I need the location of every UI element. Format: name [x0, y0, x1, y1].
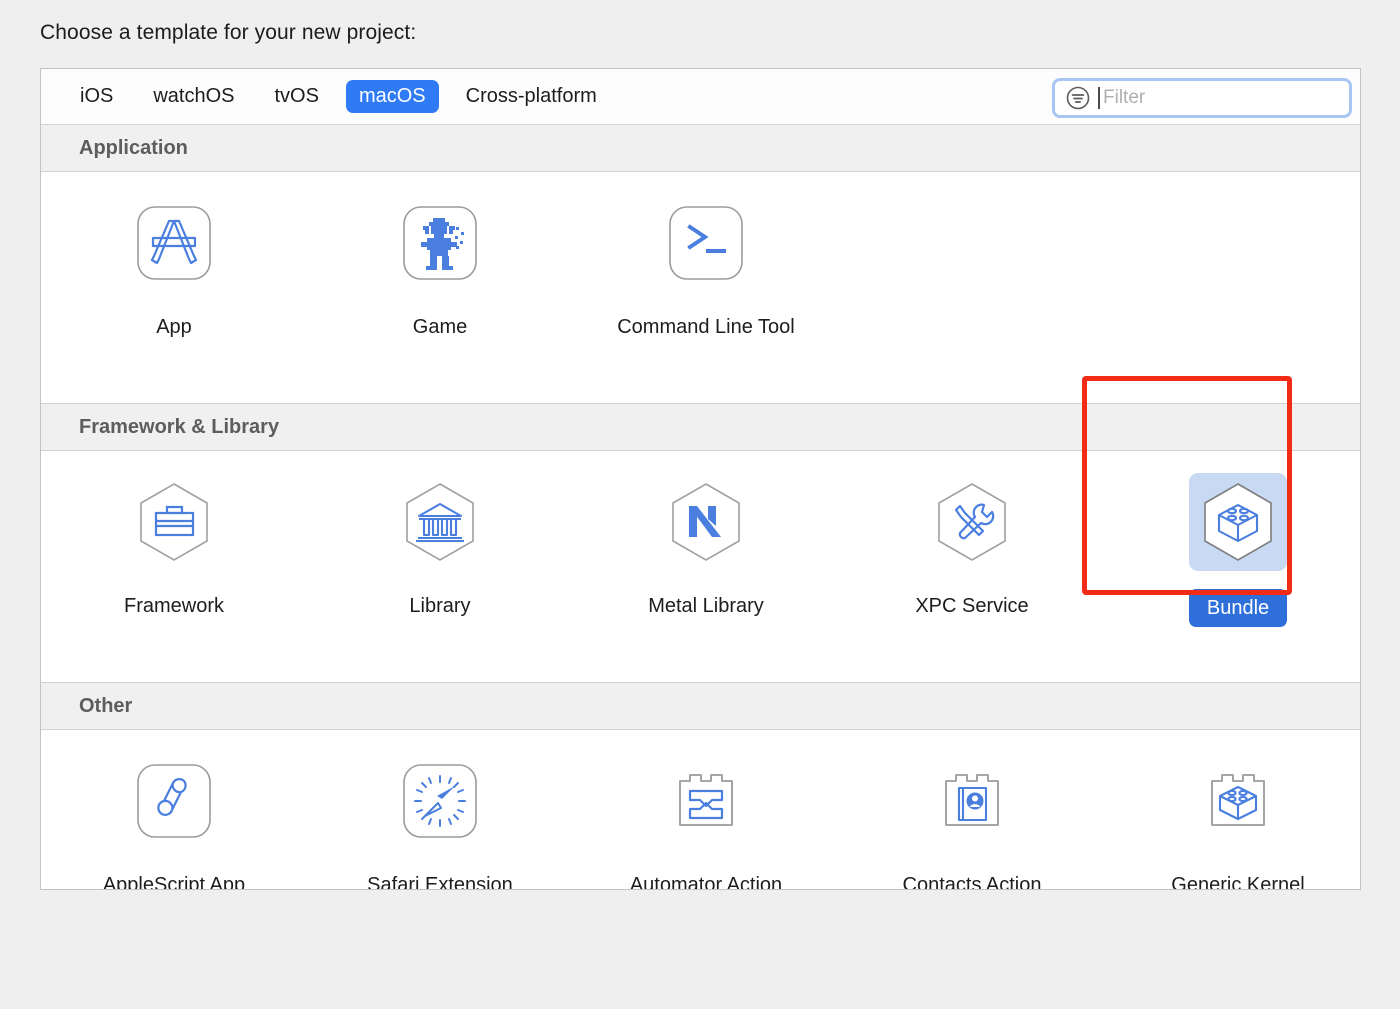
classical-building-hexagon-icon	[406, 483, 474, 561]
template-cell-applescript-app[interactable]: AppleScript App	[41, 752, 307, 890]
wrench-screwdriver-hexagon-icon	[938, 483, 1006, 561]
tile-icon-box	[657, 473, 755, 571]
tab-cross-platform[interactable]: Cross-platform	[453, 80, 610, 113]
metal-m-hexagon-icon	[672, 483, 740, 561]
template-cell-command-line-tool[interactable]: Command Line Tool	[573, 194, 839, 344]
page-title: Choose a template for your new project:	[40, 21, 417, 44]
tile-label: Contacts Action	[902, 874, 1042, 890]
tile-label: AppleScript App	[102, 874, 246, 890]
template-cell-generic-kernel[interactable]: Generic Kernel	[1105, 752, 1360, 890]
tile-label: XPC Service	[915, 595, 1029, 617]
tab-ios[interactable]: iOS	[67, 80, 126, 113]
pixel-robot-icon	[403, 206, 477, 280]
template-cell-app[interactable]: App	[41, 194, 307, 344]
tab-tvos[interactable]: tvOS	[262, 80, 332, 113]
template-cell-safari-extension[interactable]: Safari Extension	[307, 752, 573, 890]
app-store-ruler-brush-icon	[137, 206, 211, 280]
template-cell-contacts-action[interactable]: Contacts Action	[839, 752, 1105, 890]
template-cell-automator-action[interactable]: Automator Action	[573, 752, 839, 890]
tile-label: App	[156, 316, 192, 338]
tile-icon-box	[125, 194, 223, 292]
tile-icon-box	[391, 473, 489, 571]
tile-icon-box	[1189, 752, 1287, 850]
tile-icon-box	[125, 752, 223, 850]
tile-icon-box	[923, 752, 1021, 850]
section-body-framework-library: Framework Library Metal Library XPC Serv…	[41, 451, 1360, 683]
section-header-other: Other	[41, 683, 1360, 730]
tile-label: Metal Library	[648, 595, 764, 617]
tile-icon-box	[923, 473, 1021, 571]
contacts-book-plugin-icon	[945, 774, 999, 826]
template-cell-metal-library[interactable]: Metal Library	[573, 473, 839, 623]
tile-label: Framework	[123, 595, 224, 617]
platform-tabbar: iOS watchOS tvOS macOS Cross-platform	[41, 69, 1360, 125]
applescript-scroll-icon	[137, 764, 211, 838]
tab-watchos[interactable]: watchOS	[140, 80, 247, 113]
tile-label: Generic Kernel	[1171, 874, 1305, 890]
new-project-template-dialog: Choose a template for your new project: …	[0, 0, 1400, 1009]
template-cell-framework[interactable]: Framework	[41, 473, 307, 623]
template-cell-game[interactable]: Game	[307, 194, 573, 344]
template-cell-xpc-service[interactable]: XPC Service	[839, 473, 1105, 623]
section-header-application: Application	[41, 125, 1360, 172]
template-cell-library[interactable]: Library	[307, 473, 573, 623]
section-body-other: AppleScript App Safari Extension Automat…	[41, 730, 1360, 890]
template-cell-bundle[interactable]: Bundle	[1105, 473, 1360, 627]
safari-compass-icon	[403, 764, 477, 838]
tile-label: Safari Extension	[367, 874, 513, 890]
terminal-prompt-icon	[669, 206, 743, 280]
tile-label: Game	[412, 316, 468, 338]
tile-icon-box	[1189, 473, 1287, 571]
automator-plugin-icon	[679, 774, 733, 826]
tile-icon-box	[657, 194, 755, 292]
lego-block-hexagon-icon	[1204, 483, 1272, 561]
template-browser-panel: iOS watchOS tvOS macOS Cross-platform Ap…	[40, 68, 1361, 890]
section-body-application: App Game Command Line Tool	[41, 172, 1360, 404]
filter-circle-icon[interactable]	[1065, 85, 1091, 111]
tile-icon-box	[391, 194, 489, 292]
tab-macos[interactable]: macOS	[345, 80, 439, 113]
tile-label: Automator Action	[629, 874, 783, 890]
tile-icon-box	[125, 473, 223, 571]
lego-block-plugin-icon	[1211, 774, 1265, 826]
text-caret	[1098, 87, 1100, 109]
filter-field[interactable]	[1052, 78, 1352, 118]
tile-icon-box	[391, 752, 489, 850]
section-header-framework-library: Framework & Library	[41, 404, 1360, 451]
tile-label: Library	[409, 595, 471, 617]
tile-label: Command Line Tool	[617, 316, 795, 338]
tile-label: Bundle	[1188, 589, 1288, 627]
toolbox-hexagon-icon	[140, 483, 208, 561]
filter-input[interactable]	[1103, 87, 1318, 109]
tile-icon-box	[657, 752, 755, 850]
dialog-footer: Cancel Previous Next	[0, 891, 1400, 1009]
